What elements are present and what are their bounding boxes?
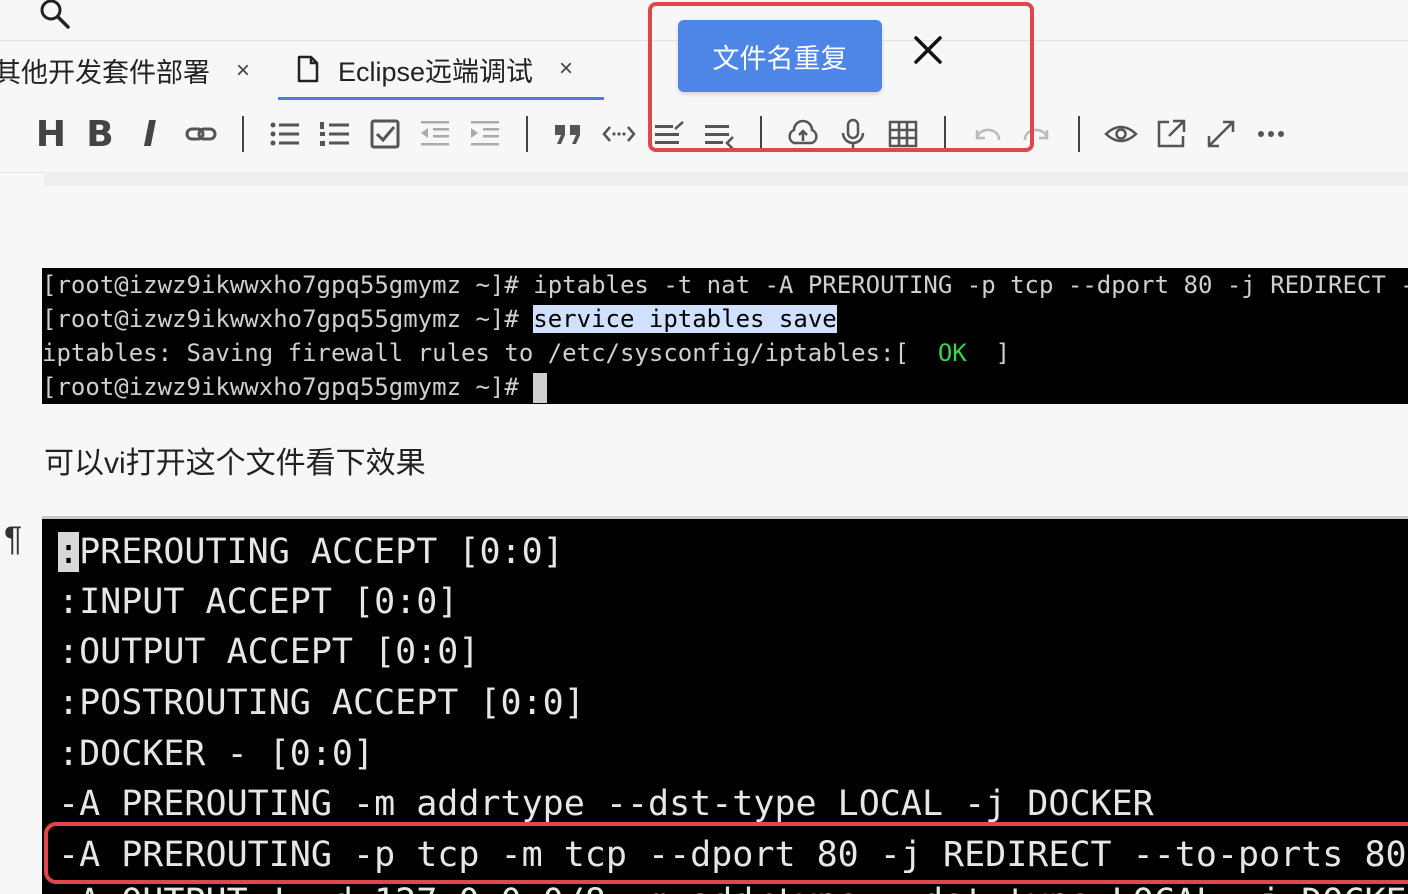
toolbar-divider <box>242 116 244 152</box>
indent-icon[interactable] <box>465 114 505 154</box>
preview-icon[interactable] <box>1101 114 1141 154</box>
terminal-screenshot-1: [root@izwz9ikwwxho7gpq55gmymz ~]# iptabl… <box>42 268 1408 404</box>
highlight-box <box>44 822 1408 884</box>
bullet-list-icon[interactable] <box>265 114 305 154</box>
checkbox-icon[interactable] <box>365 114 405 154</box>
terminal-cursor <box>533 373 548 403</box>
terminal-line: :OUTPUT ACCEPT [0:0] <box>58 632 480 672</box>
tab-label: Eclipse远端调试 <box>338 56 534 87</box>
terminal-line: :DOCKER - [0:0] <box>58 734 375 774</box>
terminal-line: [root@izwz9ikwwxho7gpq55gmymz ~]# <box>42 370 548 404</box>
code-icon[interactable] <box>599 114 639 154</box>
tab-close-icon[interactable]: × <box>236 57 250 85</box>
terminal-line: :PREROUTING ACCEPT [0:0] <box>58 532 564 572</box>
terminal-line: [root@izwz9ikwwxho7gpq55gmymz ~]# iptabl… <box>42 271 1408 299</box>
heading-button[interactable]: H <box>31 114 71 155</box>
previous-block-edge <box>44 172 1408 186</box>
close-icon[interactable] <box>908 30 948 70</box>
more-icon[interactable] <box>1251 114 1291 154</box>
search-icon[interactable] <box>38 0 72 30</box>
tab-close-icon[interactable]: × <box>559 55 573 83</box>
fullscreen-icon[interactable] <box>1201 114 1241 154</box>
tab-label: 其他开发套件部署 <box>0 58 210 88</box>
link-icon[interactable] <box>181 114 221 154</box>
bold-button[interactable]: B <box>80 114 120 155</box>
paragraph-mark-icon[interactable]: ¶ <box>4 520 22 559</box>
toolbar-divider <box>1078 116 1080 152</box>
terminal-line: [root@izwz9ikwwxho7gpq55gmymz ~]# servic… <box>42 305 837 333</box>
quote-icon[interactable] <box>549 114 589 154</box>
tab-eclipse-remote-debug[interactable]: Eclipse远端调试 × <box>278 41 604 100</box>
document-icon <box>297 55 319 83</box>
outdent-icon[interactable] <box>415 114 455 154</box>
tab-other-dev-kits[interactable]: 其他开发套件部署 × <box>0 41 250 100</box>
toolbar-divider <box>526 116 528 152</box>
open-external-icon[interactable] <box>1151 114 1191 154</box>
terminal-line: :INPUT ACCEPT [0:0] <box>58 582 459 622</box>
numbered-list-icon[interactable] <box>315 114 355 154</box>
terminal-line: iptables: Saving firewall rules to /etc/… <box>42 339 1011 367</box>
italic-button[interactable]: I <box>130 114 170 155</box>
paragraph-text: 可以vi打开这个文件看下效果 <box>44 447 426 480</box>
terminal-line: :POSTROUTING ACCEPT [0:0] <box>58 683 585 723</box>
duplicate-filename-toast[interactable]: 文件名重复 <box>678 20 882 92</box>
